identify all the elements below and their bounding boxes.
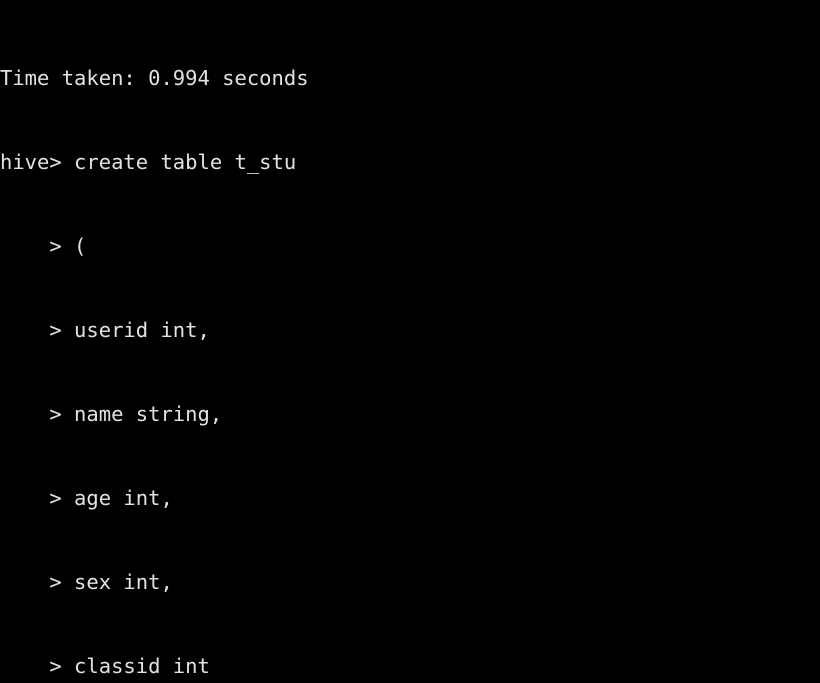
- terminal-line-continuation: > name string,: [0, 402, 223, 426]
- terminal-line-continuation: > age int,: [0, 486, 173, 510]
- terminal-line-prompt-command: hive> create table t_stu: [0, 150, 297, 174]
- terminal-line-output: Time taken: 0.994 seconds: [0, 66, 309, 90]
- terminal-line-continuation: > userid int,: [0, 318, 210, 342]
- terminal-line-continuation: > sex int,: [0, 570, 173, 594]
- terminal-line-continuation: > (: [0, 234, 87, 258]
- terminal-window[interactable]: Time taken: 0.994 seconds hive> create t…: [0, 0, 820, 683]
- terminal-line-continuation: > classid int: [0, 654, 210, 678]
- terminal-screen[interactable]: Time taken: 0.994 seconds hive> create t…: [0, 0, 820, 683]
